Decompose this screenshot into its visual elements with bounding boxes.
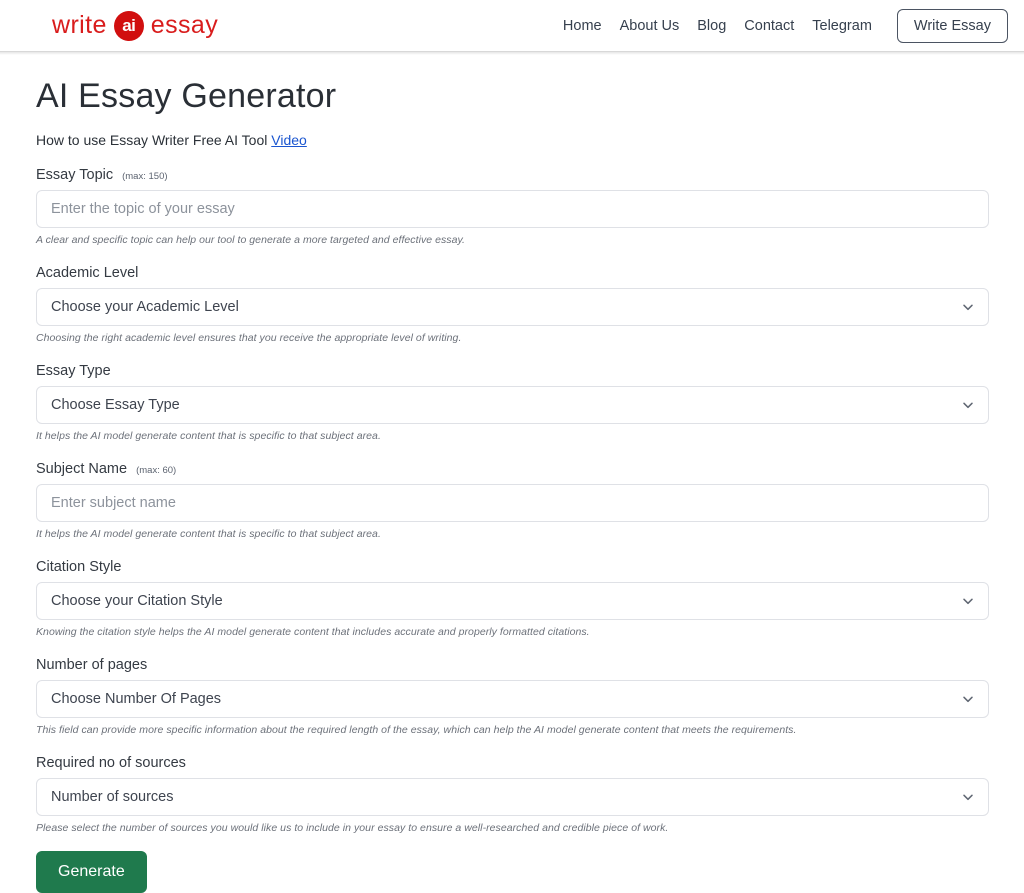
- field-label-row: Required no of sources: [36, 755, 988, 771]
- field-subject-name: Subject Name (max: 60) Enter subject nam…: [36, 461, 989, 541]
- field-help-text: Please select the number of sources you …: [36, 822, 669, 835]
- field-label-row: Academic Level: [36, 265, 988, 281]
- header-divider: [0, 52, 1024, 55]
- howto-line: How to use Essay Writer Free AI Tool Vid…: [36, 132, 988, 148]
- required-sources-select[interactable]: Number of sources: [36, 778, 989, 817]
- field-citation-style: Citation Style Choose your Citation Styl…: [36, 559, 989, 639]
- nav-link-about-us[interactable]: About Us: [611, 18, 689, 34]
- field-help-text: It helps the AI model generate content t…: [36, 528, 381, 541]
- field-label-row: Subject Name (max: 60): [36, 461, 988, 477]
- essay-topic-input[interactable]: Enter the topic of your essay: [36, 190, 989, 229]
- input-placeholder: Enter subject name: [51, 494, 176, 511]
- chevron-down-icon: [962, 595, 974, 607]
- chevron-down-icon: [962, 399, 974, 411]
- generate-button[interactable]: Generate: [36, 851, 147, 893]
- field-help-text: A clear and specific topic can help our …: [36, 234, 465, 247]
- field-required-sources: Required no of sources Number of sources…: [36, 755, 989, 835]
- select-value: Choose Number Of Pages: [51, 690, 222, 707]
- citation-style-select[interactable]: Choose your Citation Style: [36, 582, 989, 621]
- field-label-row: Essay Topic (max: 150): [36, 167, 988, 183]
- howto-text: How to use Essay Writer Free AI Tool: [36, 132, 272, 149]
- field-label-text: Subject Name: [36, 461, 128, 478]
- field-label-text: Essay Type: [36, 363, 111, 380]
- nav-link-blog[interactable]: Blog: [688, 18, 735, 34]
- field-label-row: Citation Style: [36, 559, 988, 575]
- chevron-down-icon: [962, 693, 974, 705]
- field-label-row: Number of pages: [36, 657, 988, 673]
- nav-link-telegram[interactable]: Telegram: [803, 18, 881, 34]
- nav-link-contact[interactable]: Contact: [735, 18, 803, 34]
- select-value: Choose your Academic Level: [51, 298, 239, 315]
- chevron-down-icon: [962, 301, 974, 313]
- site-header: write ai essay Home About Us Blog Contac…: [0, 0, 1024, 52]
- page-title: AI Essay Generator: [36, 77, 337, 115]
- logo-word-write: write: [52, 11, 107, 39]
- main-navigation: Home About Us Blog Contact Telegram Writ…: [554, 8, 1008, 43]
- field-label-text: Academic Level: [36, 265, 139, 282]
- field-max-hint: (max: 150): [122, 171, 168, 183]
- number-of-pages-select[interactable]: Choose Number Of Pages: [36, 680, 989, 719]
- chevron-down-icon: [962, 791, 974, 803]
- field-label-text: Citation Style: [36, 559, 122, 576]
- field-label-text: Essay Topic: [36, 167, 114, 184]
- field-number-of-pages: Number of pages Choose Number Of Pages T…: [36, 657, 989, 737]
- select-value: Choose Essay Type: [51, 396, 180, 413]
- logo-ai-badge-icon: ai: [113, 10, 144, 41]
- field-academic-level: Academic Level Choose your Academic Leve…: [36, 265, 989, 345]
- page-content: AI Essay Generator How to use Essay Writ…: [0, 52, 1024, 893]
- field-essay-type: Essay Type Choose Essay Type It helps th…: [36, 363, 989, 443]
- select-value: Choose your Citation Style: [51, 592, 223, 609]
- academic-level-select[interactable]: Choose your Academic Level: [36, 288, 989, 327]
- field-label-text: Required no of sources: [36, 755, 186, 772]
- site-logo[interactable]: write ai essay: [52, 10, 219, 41]
- field-help-text: It helps the AI model generate content t…: [36, 430, 381, 443]
- nav-link-home[interactable]: Home: [554, 18, 611, 34]
- subject-name-input[interactable]: Enter subject name: [36, 484, 989, 523]
- essay-type-select[interactable]: Choose Essay Type: [36, 386, 989, 425]
- field-help-text: This field can provide more specific inf…: [36, 724, 797, 737]
- input-placeholder: Enter the topic of your essay: [51, 200, 235, 217]
- write-essay-button[interactable]: Write Essay: [896, 8, 1008, 43]
- field-max-hint: (max: 60): [136, 465, 177, 477]
- field-label-row: Essay Type: [36, 363, 988, 379]
- select-value: Number of sources: [51, 788, 174, 805]
- field-help-text: Knowing the citation style helps the AI …: [36, 626, 590, 639]
- field-help-text: Choosing the right academic level ensure…: [36, 332, 462, 345]
- field-label-text: Number of pages: [36, 657, 148, 674]
- logo-word-essay: essay: [150, 11, 219, 39]
- howto-video-link[interactable]: Video: [271, 132, 307, 148]
- field-essay-topic: Essay Topic (max: 150) Enter the topic o…: [36, 167, 989, 247]
